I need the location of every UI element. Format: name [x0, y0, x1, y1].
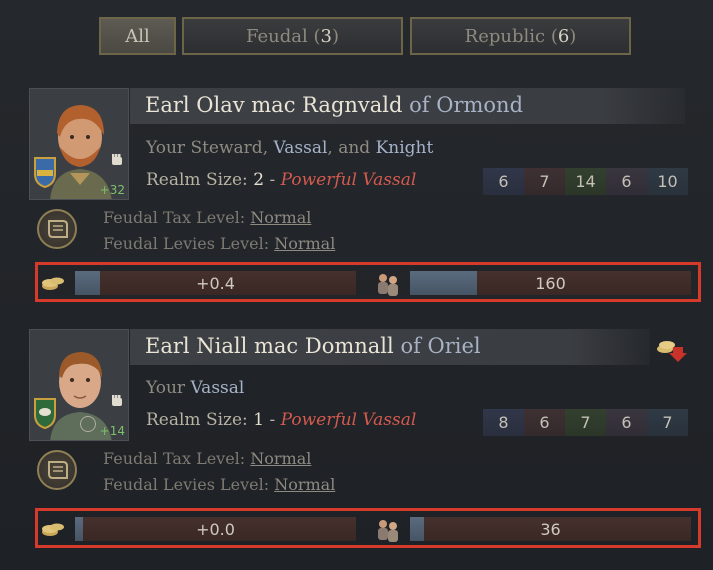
holding-name[interactable]: of Ormond [409, 93, 523, 117]
skill-stewardship[interactable]: 7 [565, 409, 606, 436]
coins-icon [41, 520, 65, 542]
fist-icon [110, 153, 124, 167]
character-name-text: Earl Niall mac Domnall [145, 334, 394, 358]
tax-level-value[interactable]: Normal [250, 208, 311, 227]
realm-size-value: 2 [253, 170, 265, 190]
character-portrait[interactable]: +32 [29, 88, 129, 200]
revoke-title-icon[interactable] [655, 335, 687, 367]
skill-learning[interactable]: 7 [647, 409, 688, 436]
skills-row: 6 7 14 6 10 [483, 168, 688, 195]
character-name[interactable]: Earl Olav mac Ragnvald of Ormond [145, 93, 523, 117]
levies-level-line: Feudal Levies Level: Normal [103, 475, 335, 494]
tab-feudal[interactable]: Feudal (3) [182, 17, 403, 55]
tax-level-line: Feudal Tax Level: Normal [103, 208, 311, 227]
contribution-row: +0.4 160 [35, 262, 701, 302]
skill-learning[interactable]: 10 [647, 168, 688, 195]
levies-fill [410, 271, 478, 295]
skills-row: 8 6 7 6 7 [483, 409, 688, 436]
vassal-type[interactable]: Powerful Vassal [281, 170, 417, 190]
realm-size-dash: - [269, 410, 276, 430]
relation-text: Your Vassal [146, 378, 244, 398]
tab-republic[interactable]: Republic (6) [410, 17, 631, 55]
skill-diplomacy[interactable]: 8 [483, 409, 524, 436]
levies-fill [410, 517, 425, 541]
tab-republic-label: Republic [464, 25, 546, 47]
tab-all[interactable]: All [99, 17, 176, 55]
tax-level-label: Feudal Tax Level: [103, 449, 246, 468]
holding-name[interactable]: of Oriel [400, 334, 480, 358]
realm-size-dash: - [269, 170, 276, 190]
relation-prefix: Your [146, 378, 186, 398]
tab-feudal-count: 3 [320, 25, 332, 47]
character-name-text: Earl Olav mac Ragnvald [145, 93, 403, 117]
tax-income-bar[interactable]: +0.4 [75, 271, 356, 295]
levies-value: 36 [540, 519, 561, 539]
opinion-value: +32 [99, 183, 125, 197]
levies-value: 160 [535, 273, 566, 293]
tax-level-value[interactable]: Normal [250, 449, 311, 468]
skill-stewardship[interactable]: 14 [565, 168, 606, 195]
realm-size-label: Realm Size: [146, 170, 248, 190]
opinion-value: +14 [99, 424, 125, 438]
relation-text: Your Steward, Vassal, and Knight [146, 138, 433, 158]
skill-intrigue[interactable]: 6 [606, 168, 647, 195]
law-scroll-icon[interactable] [37, 450, 77, 490]
levies-bar[interactable]: 36 [410, 517, 691, 541]
levies-bar[interactable]: 160 [410, 271, 691, 295]
tax-level-label: Feudal Tax Level: [103, 208, 246, 227]
tax-income-bar[interactable]: +0.0 [75, 517, 356, 541]
skill-intrigue[interactable]: 6 [606, 409, 647, 436]
contribution-row: +0.0 36 [35, 508, 701, 548]
skill-martial[interactable]: 7 [524, 168, 565, 195]
realm-size-label: Realm Size: [146, 410, 248, 430]
levies-level-label: Feudal Levies Level: [103, 234, 270, 253]
skill-diplomacy[interactable]: 6 [483, 168, 524, 195]
character-portrait[interactable]: +14 [29, 329, 129, 441]
levies-level-value[interactable]: Normal [274, 234, 335, 253]
tab-feudal-label: Feudal [246, 25, 308, 47]
tab-all-label: All [125, 25, 150, 47]
realm-size-value: 1 [253, 410, 265, 430]
faith-icon [80, 416, 96, 432]
tax-income-fill [75, 271, 101, 295]
tax-level-line: Feudal Tax Level: Normal [103, 449, 311, 468]
character-name[interactable]: Earl Niall mac Domnall of Oriel [145, 334, 481, 358]
fist-icon [110, 394, 124, 408]
realm-size: Realm Size: 2 - Powerful Vassal [146, 170, 416, 190]
relation-and: , and [327, 138, 371, 158]
relation-prefix: Your Steward, [146, 138, 269, 158]
levies-level-label: Feudal Levies Level: [103, 475, 270, 494]
filter-tabs: All Feudal (3) Republic (6) [0, 0, 713, 70]
vassal-type[interactable]: Powerful Vassal [281, 410, 417, 430]
tax-income-fill [75, 517, 84, 541]
coat-of-arms-icon[interactable] [33, 397, 57, 429]
levies-level-line: Feudal Levies Level: Normal [103, 234, 335, 253]
realm-size: Realm Size: 1 - Powerful Vassal [146, 410, 416, 430]
levies-icon [374, 516, 402, 548]
coins-icon [41, 274, 65, 296]
relation-knight: Knight [375, 138, 434, 158]
levies-level-value[interactable]: Normal [274, 475, 335, 494]
tab-republic-count: 6 [557, 25, 570, 47]
relation-vassal: Vassal [273, 138, 328, 158]
tax-income-value: +0.4 [196, 273, 235, 293]
coat-of-arms-icon[interactable] [33, 156, 57, 188]
relation-vassal: Vassal [190, 378, 245, 398]
tax-income-value: +0.0 [196, 519, 235, 539]
levies-icon [374, 270, 402, 302]
law-scroll-icon[interactable] [37, 209, 77, 249]
skill-martial[interactable]: 6 [524, 409, 565, 436]
